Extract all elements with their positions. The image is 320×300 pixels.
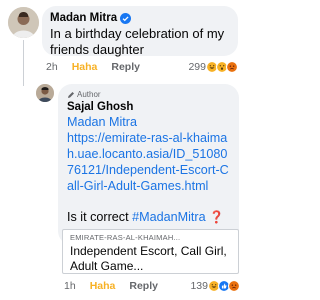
- angry-emoji-icon: [228, 280, 240, 292]
- comment-time[interactable]: 1h: [64, 280, 76, 292]
- comment-time[interactable]: 2h: [46, 61, 58, 73]
- reaction-count: 139: [190, 280, 208, 292]
- preview-domain: EMIRATE-RAS-AL-KHAIMAH...: [70, 233, 181, 242]
- author-badge: Author: [67, 90, 230, 100]
- angry-emoji-icon: [226, 61, 238, 73]
- comment-actions-madan: 2h Haha Reply 299: [46, 61, 238, 73]
- comment-question: Is it correct #MadanMitra ❓: [67, 209, 230, 225]
- avatar-sajal-ghosh[interactable]: [36, 84, 54, 102]
- comment-author[interactable]: Madan Mitra: [50, 11, 117, 25]
- hashtag-link[interactable]: #MadanMitra: [132, 210, 206, 224]
- author-badge-label: Author: [77, 90, 101, 99]
- question-text: Is it correct: [67, 210, 133, 224]
- comment-text: In a birthday celebration of my friends …: [50, 26, 225, 57]
- haha-reaction-button[interactable]: Haha: [90, 280, 116, 292]
- link-preview-card[interactable]: EMIRATE-RAS-AL-KHAIMAH... Independent Es…: [62, 229, 239, 274]
- comment-actions-sajal: 1h Haha Reply 139: [64, 280, 240, 292]
- mention-link[interactable]: Madan Mitra: [67, 114, 230, 130]
- url-link[interactable]: https://emirate-ras-al-khaimah.uae.locan…: [67, 130, 230, 194]
- haha-reaction-button[interactable]: Haha: [72, 61, 98, 73]
- pen-icon: [68, 92, 74, 98]
- question-mark-icon: ❓: [209, 210, 225, 224]
- preview-title: Independent Escort, Call Girl, Adult Gam…: [70, 244, 227, 273]
- reply-button[interactable]: Reply: [129, 280, 158, 292]
- comment-bubble-madan: Madan Mitra In a birthday celebration of…: [42, 6, 238, 57]
- verified-badge-icon: [120, 12, 132, 24]
- comment-author[interactable]: Sajal Ghosh: [67, 100, 230, 114]
- reaction-summary[interactable]: 139: [190, 280, 240, 292]
- thread-line: [23, 40, 24, 86]
- avatar-madan-mitra[interactable]: [8, 7, 39, 38]
- comment-bubble-sajal: Author Sajal Ghosh Madan Mitra https://e…: [58, 84, 239, 245]
- reply-button[interactable]: Reply: [111, 61, 140, 73]
- reaction-count: 299: [188, 61, 206, 73]
- reaction-summary[interactable]: 299: [188, 61, 238, 73]
